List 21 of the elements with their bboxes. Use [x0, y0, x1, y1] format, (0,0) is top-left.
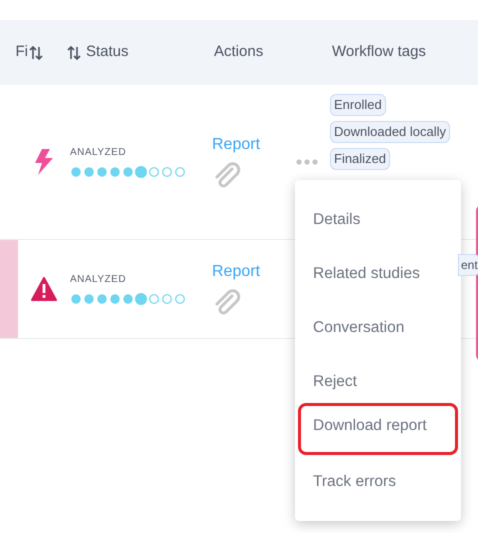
- column-header: Status: [86, 42, 129, 62]
- report-link[interactable]: Report: [212, 133, 260, 157]
- column-header: Fi: [16, 42, 28, 62]
- workflow-tag: ent: [458, 254, 478, 276]
- workflow-tag: Finalized: [330, 148, 390, 170]
- status-label: ANALYZED: [70, 146, 126, 160]
- workflow-tag: Downloaded locally: [330, 121, 450, 143]
- menu-item[interactable]: Related studies: [295, 252, 461, 306]
- status-label: ANALYZED: [70, 273, 126, 287]
- column-header: Actions: [214, 42, 264, 62]
- menu-item[interactable]: Conversation: [295, 306, 461, 360]
- menu-item[interactable]: Details: [295, 198, 461, 252]
- report-link[interactable]: Report: [212, 260, 260, 284]
- lightning-icon: [33, 149, 55, 175]
- sort-icon[interactable]: [66, 44, 82, 60]
- menu-item[interactable]: Track errors: [295, 460, 461, 514]
- column-header: Workflow tags: [332, 42, 426, 62]
- sort-icon[interactable]: [28, 44, 44, 60]
- warning-icon: [31, 277, 57, 301]
- more-icon[interactable]: [296, 159, 318, 165]
- workflow-tag: Enrolled: [330, 94, 386, 116]
